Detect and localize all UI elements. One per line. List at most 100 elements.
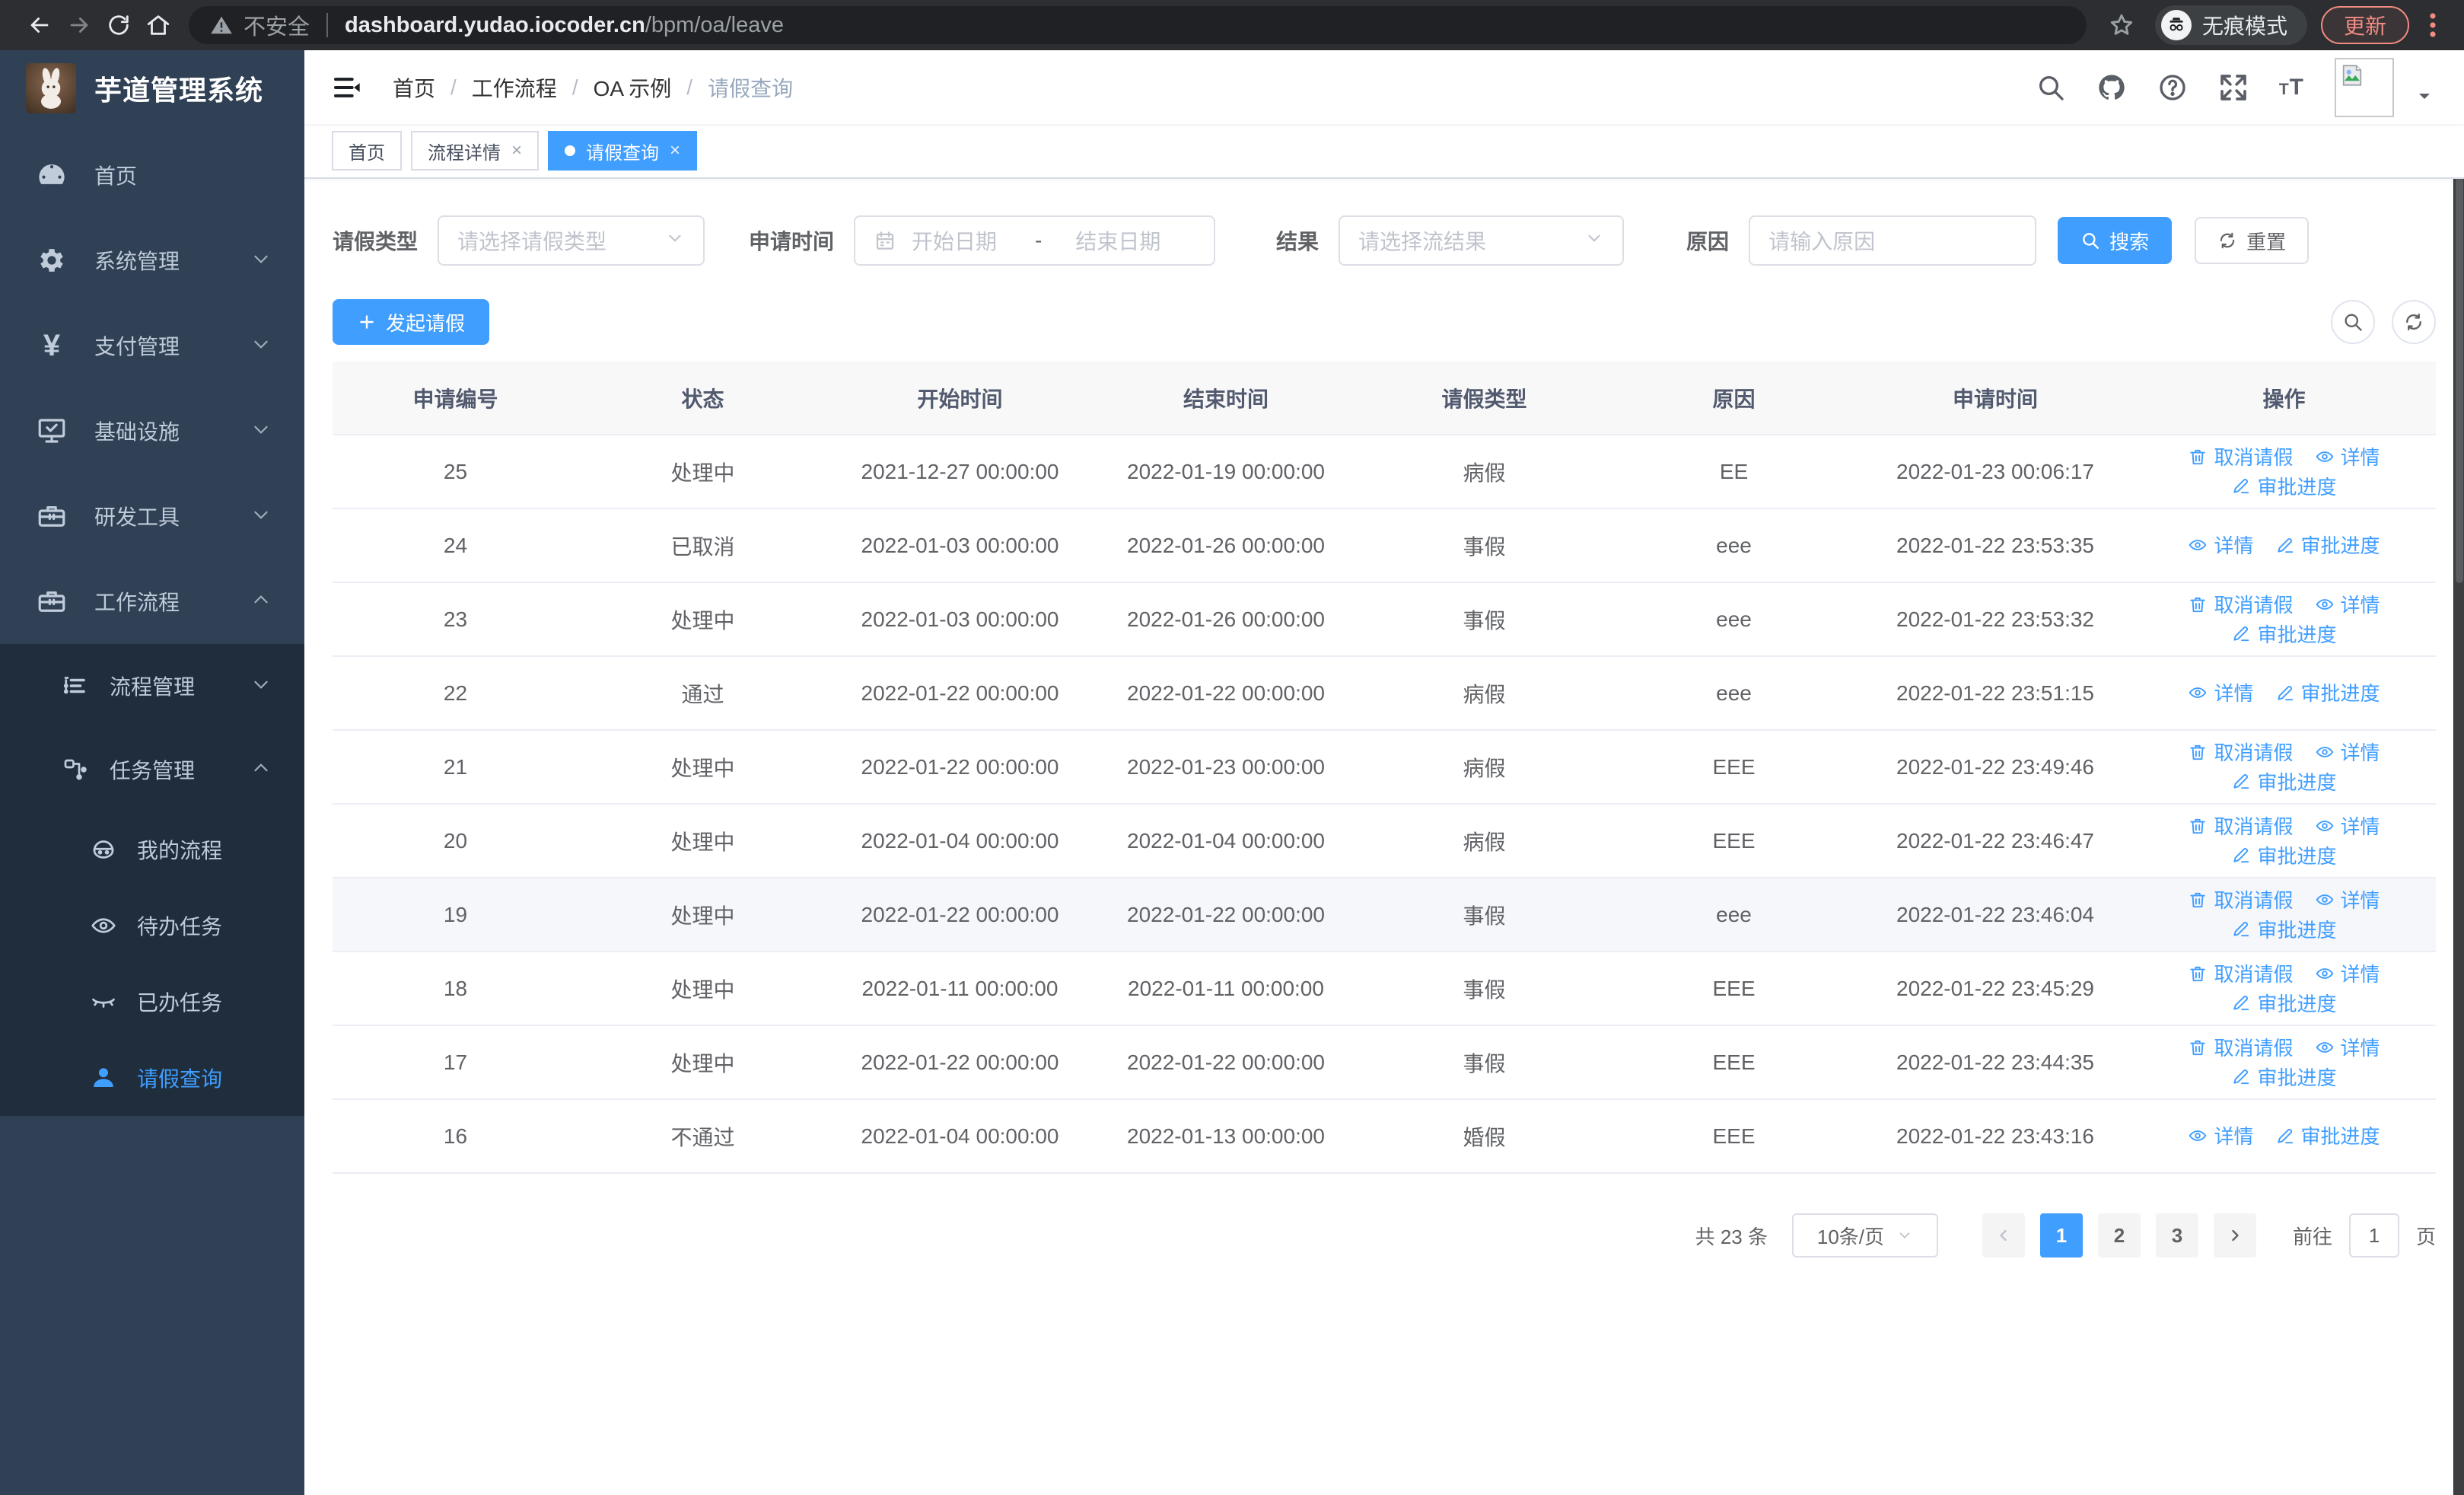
detail-link[interactable]: 详情 — [2315, 590, 2380, 618]
approval-progress-link[interactable]: 审批进度 — [2275, 1121, 2380, 1149]
cancel-leave-link[interactable]: 取消请假 — [2188, 811, 2294, 840]
prev-page-button[interactable] — [1982, 1213, 2025, 1258]
fullscreen-icon[interactable] — [2218, 72, 2249, 103]
close-icon[interactable]: × — [670, 142, 680, 160]
detail-link[interactable]: 详情 — [2315, 442, 2380, 470]
tab-process-detail[interactable]: 流程详情 × — [411, 131, 540, 171]
apply-time-range-picker[interactable]: 开始日期 - 结束日期 — [854, 215, 1216, 266]
browser-update-button[interactable]: 更新 — [2320, 6, 2409, 44]
cancel-leave-link[interactable]: 取消请假 — [2188, 442, 2294, 470]
next-page-button[interactable] — [2213, 1213, 2256, 1258]
cell-type: 病假 — [1359, 656, 1609, 731]
bookmark-star-icon[interactable] — [2102, 5, 2141, 45]
reason-input[interactable]: 请输入原因 — [1749, 215, 2037, 266]
toggle-search-button[interactable] — [2331, 300, 2375, 344]
breadcrumb-item[interactable]: 工作流程 — [472, 72, 557, 103]
column-header: 申请时间 — [1858, 362, 2132, 435]
result-select[interactable]: 请选择流结果 — [1339, 215, 1625, 266]
column-header: 结束时间 — [1093, 362, 1359, 435]
cancel-leave-link[interactable]: 取消请假 — [2188, 590, 2294, 618]
browser-reload-icon[interactable] — [99, 5, 138, 45]
sidebar-item-process-management[interactable]: 流程管理 — [0, 644, 304, 728]
cell-end: 2022-01-13 00:00:00 — [1093, 1099, 1359, 1174]
cell-status: 不通过 — [578, 1099, 827, 1174]
not-secure-warning-icon[interactable] — [210, 14, 233, 37]
cancel-leave-link[interactable]: 取消请假 — [2188, 885, 2294, 913]
caret-down-icon[interactable] — [2415, 87, 2434, 109]
browser-scrollbar[interactable] — [2453, 50, 2464, 1495]
search-icon[interactable] — [2036, 72, 2066, 103]
sidebar-item-done-tasks[interactable]: 已办任务 — [0, 964, 304, 1040]
sidebar-item-my-process[interactable]: 我的流程 — [0, 811, 304, 888]
approval-progress-link[interactable]: 审批进度 — [2231, 620, 2337, 648]
approval-progress-link[interactable]: 审批进度 — [2231, 1063, 2337, 1091]
browser-forward-icon[interactable] — [59, 5, 99, 45]
reason-placeholder: 请输入原因 — [1768, 230, 1876, 253]
goto-page-input[interactable] — [2348, 1213, 2399, 1258]
result-label: 结果 — [1276, 230, 1320, 253]
approval-progress-link[interactable]: 审批进度 — [2231, 915, 2337, 943]
breadcrumb-item[interactable]: OA 示例 — [594, 72, 672, 103]
cancel-leave-link[interactable]: 取消请假 — [2188, 1033, 2294, 1061]
approval-progress-link[interactable]: 审批进度 — [2275, 678, 2380, 706]
cell-reason: EEE — [1609, 804, 1858, 878]
help-icon[interactable] — [2157, 72, 2188, 103]
sidebar-item-task-management[interactable]: 任务管理 — [0, 728, 304, 811]
cancel-leave-link[interactable]: 取消请假 — [2188, 959, 2294, 987]
cell-actions: 详情 审批进度 — [2132, 1099, 2436, 1174]
sidebar-item-home[interactable]: 首页 — [0, 132, 304, 218]
approval-progress-link[interactable]: 审批进度 — [2231, 472, 2337, 500]
tab-home[interactable]: 首页 — [332, 131, 402, 171]
address-bar[interactable]: 不安全 dashboard.yudao.iocoder.cn/bpm/oa/le… — [189, 6, 2087, 44]
detail-link[interactable]: 详情 — [2188, 531, 2254, 559]
app-logo-row[interactable]: 芋道管理系统 — [0, 50, 304, 126]
detail-link[interactable]: 详情 — [2315, 811, 2380, 840]
page-button-3[interactable]: 3 — [2155, 1213, 2198, 1258]
cell-status: 处理中 — [578, 730, 827, 805]
sidebar-item-dev-tools[interactable]: 研发工具 — [0, 473, 304, 559]
detail-link[interactable]: 详情 — [2315, 959, 2380, 987]
search-button[interactable]: 搜索 — [2058, 217, 2173, 264]
approval-progress-link[interactable]: 审批进度 — [2231, 841, 2337, 869]
detail-link[interactable]: 详情 — [2315, 738, 2380, 766]
detail-link[interactable]: 详情 — [2315, 885, 2380, 913]
reset-button[interactable]: 重置 — [2195, 217, 2310, 264]
sidebar-item-todo-tasks[interactable]: 待办任务 — [0, 888, 304, 964]
detail-link[interactable]: 详情 — [2315, 1033, 2380, 1061]
cancel-leave-link[interactable]: 取消请假 — [2188, 738, 2294, 766]
browser-home-icon[interactable] — [138, 5, 178, 45]
close-icon[interactable]: × — [511, 142, 522, 160]
sidebar-item-system[interactable]: 系统管理 — [0, 218, 304, 303]
approval-progress-link[interactable]: 审批进度 — [2231, 767, 2337, 795]
url-host: dashboard.yudao.iocoder.cn — [345, 12, 645, 37]
url-path: /bpm/oa/leave — [645, 12, 784, 37]
browser-back-icon[interactable] — [20, 5, 59, 45]
tab-leave-query[interactable]: 请假查询 × — [548, 131, 698, 171]
browser-menu-icon[interactable] — [2421, 11, 2444, 39]
detail-link[interactable]: 详情 — [2188, 1121, 2254, 1149]
refresh-button[interactable] — [2392, 300, 2436, 344]
sidebar-item-infrastructure[interactable]: 基础设施 — [0, 388, 304, 473]
sidebar-item-payment[interactable]: ¥ 支付管理 — [0, 303, 304, 388]
github-icon[interactable] — [2096, 72, 2127, 103]
sidebar-item-label: 系统管理 — [94, 250, 180, 273]
cell-end: 2022-01-26 00:00:00 — [1093, 508, 1359, 583]
sidebar-item-leave-query[interactable]: 请假查询 — [0, 1040, 304, 1116]
leave-type-select[interactable]: 请选择请假类型 — [438, 215, 705, 266]
font-size-icon[interactable]: TT — [2279, 75, 2304, 100]
sidebar-collapse-icon[interactable] — [332, 71, 365, 104]
approval-progress-link[interactable]: 审批进度 — [2231, 989, 2337, 1017]
sidebar-item-label: 工作流程 — [94, 591, 180, 614]
avatar[interactable] — [2335, 57, 2394, 117]
approval-progress-link[interactable]: 审批进度 — [2275, 531, 2380, 559]
cell-type: 事假 — [1359, 508, 1609, 583]
sidebar-item-workflow[interactable]: 工作流程 — [0, 559, 304, 644]
chevron-down-icon — [1584, 228, 1604, 253]
page-button-2[interactable]: 2 — [2097, 1213, 2141, 1258]
create-leave-button[interactable]: 发起请假 — [333, 299, 490, 345]
security-label[interactable]: 不安全 — [244, 9, 310, 41]
breadcrumb-item[interactable]: 首页 — [393, 72, 435, 103]
page-button-1[interactable]: 1 — [2039, 1213, 2083, 1258]
page-size-select[interactable]: 10条/页 — [1791, 1213, 1938, 1258]
detail-link[interactable]: 详情 — [2188, 678, 2254, 706]
